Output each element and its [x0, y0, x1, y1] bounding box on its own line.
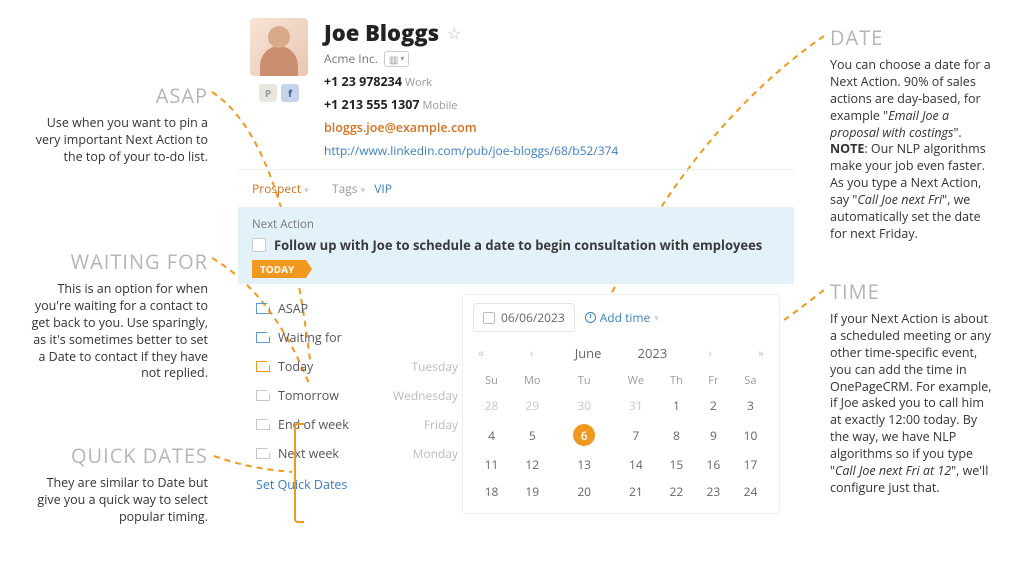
quick-date-asap[interactable]: ASAP: [252, 294, 462, 323]
quick-date-label: Waiting for: [278, 329, 342, 346]
quick-date-label: ASAP: [278, 300, 308, 317]
cal-day[interactable]: 23: [695, 478, 732, 505]
cal-day[interactable]: 31: [614, 392, 658, 419]
flag-icon: [256, 448, 270, 459]
cal-day[interactable]: 9: [695, 419, 732, 451]
waiting-anno-title: WAITING FOR: [24, 248, 208, 275]
phone-work-label: Work: [405, 75, 432, 90]
phone-mobile-label: Mobile: [423, 98, 458, 113]
cal-day[interactable]: 8: [658, 419, 695, 451]
quick-date-end-of-week[interactable]: End of week Friday: [252, 410, 462, 439]
cal-day[interactable]: 12: [510, 451, 555, 478]
cal-day[interactable]: 22: [658, 478, 695, 505]
quick-date-day: Monday: [413, 445, 458, 462]
quick-date-today[interactable]: Today Tuesday: [252, 352, 462, 381]
quick-dates-list: ASAP Waiting for Today Tuesday Tomorrow Wedne…: [252, 294, 462, 514]
quick-date-label: Next week: [278, 445, 339, 462]
cal-body: 2829303112345678910111213141516171819202…: [473, 392, 769, 505]
flag-icon: [256, 361, 270, 372]
quick-date-label: Tomorrow: [278, 387, 339, 404]
cal-day[interactable]: 7: [614, 419, 658, 451]
contact-name: Joe Bloggs: [324, 18, 439, 48]
phone-mobile[interactable]: +1 213 555 1307: [324, 96, 420, 113]
company-name[interactable]: Acme Inc.: [324, 50, 378, 67]
cal-day[interactable]: 18: [473, 478, 510, 505]
cal-day[interactable]: 20: [555, 478, 614, 505]
calendar-icon: [483, 312, 495, 324]
cal-day[interactable]: 29: [510, 392, 555, 419]
next-action-heading: Next Action: [252, 217, 780, 232]
pinterest-icon[interactable]: P: [259, 84, 277, 102]
set-quick-dates-link[interactable]: Set Quick Dates: [252, 468, 462, 501]
tag-vip[interactable]: VIP: [374, 180, 392, 197]
cal-day[interactable]: 14: [614, 451, 658, 478]
quick-anno-title: QUICK DATES: [24, 442, 208, 469]
today-badge: TODAY: [252, 260, 306, 278]
date-value: 06/06/2023: [501, 309, 565, 326]
flag-icon: [256, 303, 270, 314]
date-input[interactable]: 06/06/2023: [473, 303, 575, 332]
date-anno-body: You can choose a date for a Next Action.…: [830, 57, 998, 243]
cal-day[interactable]: 17: [732, 451, 769, 478]
phone-work[interactable]: +1 23 978234: [324, 73, 402, 90]
next-action-checkbox[interactable]: [252, 238, 266, 252]
cal-day[interactable]: 21: [614, 478, 658, 505]
avatar[interactable]: [250, 18, 308, 76]
cal-day[interactable]: 15: [658, 451, 695, 478]
asap-anno-title: ASAP: [24, 82, 208, 109]
cal-day[interactable]: 5: [510, 419, 555, 451]
flag-icon: [256, 390, 270, 401]
next-action-text[interactable]: Follow up with Joe to schedule a date to…: [274, 236, 762, 254]
tags-label: Tags ▾: [332, 180, 365, 197]
quick-dates-bracket: [294, 423, 304, 523]
asap-anno-body: Use when you want to pin a very importan…: [24, 115, 208, 166]
quick-date-day: Wednesday: [393, 387, 458, 404]
cal-day[interactable]: 3: [732, 392, 769, 419]
cal-day[interactable]: 19: [510, 478, 555, 505]
quick-date-label: Today: [278, 358, 313, 375]
cal-month[interactable]: June: [575, 344, 602, 362]
quick-date-day: Friday: [424, 416, 458, 433]
calendar-grid: SuMoTuWeThFrSa 2829303112345678910111213…: [473, 369, 769, 505]
cal-day[interactable]: 16: [695, 451, 732, 478]
status-dropdown[interactable]: Prospect ▾: [252, 180, 309, 197]
cal-dow-row: SuMoTuWeThFrSa: [473, 369, 769, 392]
quick-anno-body: They are similar to Date but give you a …: [24, 475, 208, 526]
time-anno-body: If your Next Action is about a scheduled…: [830, 311, 998, 497]
cal-day[interactable]: 28: [473, 392, 510, 419]
quick-date-next-week[interactable]: Next week Monday: [252, 439, 462, 468]
nav-prev-year[interactable]: «: [473, 342, 489, 363]
cal-year[interactable]: 2023: [638, 344, 668, 362]
nav-next-month[interactable]: ›: [703, 342, 717, 363]
calendar-panel: 06/06/2023 Add time ▾ « ‹ June 2023 › » …: [462, 294, 780, 514]
cal-day[interactable]: 24: [732, 478, 769, 505]
quick-date-day: Tuesday: [412, 358, 458, 375]
cal-day[interactable]: 10: [732, 419, 769, 451]
add-time-link[interactable]: Add time ▾: [585, 309, 659, 326]
cal-day[interactable]: 11: [473, 451, 510, 478]
cal-day[interactable]: 30: [555, 392, 614, 419]
cal-day[interactable]: 4: [473, 419, 510, 451]
waiting-anno-body: This is an option for when you're waitin…: [24, 281, 208, 382]
quick-date-tomorrow[interactable]: Tomorrow Wednesday: [252, 381, 462, 410]
facebook-icon[interactable]: f: [281, 84, 299, 102]
nav-prev-month[interactable]: ‹: [525, 342, 539, 363]
flag-icon: [256, 419, 270, 430]
cal-day[interactable]: 6: [555, 419, 614, 451]
org-picker[interactable]: ▥ ▾: [384, 51, 409, 67]
quick-date-waiting-for[interactable]: Waiting for: [252, 323, 462, 352]
time-anno-title: TIME: [830, 278, 998, 305]
linkedin-link[interactable]: http://www.linkedin.com/pub/joe-bloggs/6…: [324, 142, 794, 159]
cal-day[interactable]: 2: [695, 392, 732, 419]
flag-icon: [256, 332, 270, 343]
cal-day[interactable]: 13: [555, 451, 614, 478]
date-anno-title: DATE: [830, 24, 998, 51]
nav-next-year[interactable]: »: [753, 342, 769, 363]
star-icon[interactable]: ☆: [447, 22, 461, 44]
quick-date-label: End of week: [278, 416, 349, 433]
cal-day[interactable]: 1: [658, 392, 695, 419]
contact-card: P f Joe Bloggs ☆ Acme Inc. ▥ ▾ +1 23 978…: [238, 18, 794, 528]
clock-icon: [585, 312, 596, 323]
email-link[interactable]: bloggs.joe@example.com: [324, 119, 794, 136]
